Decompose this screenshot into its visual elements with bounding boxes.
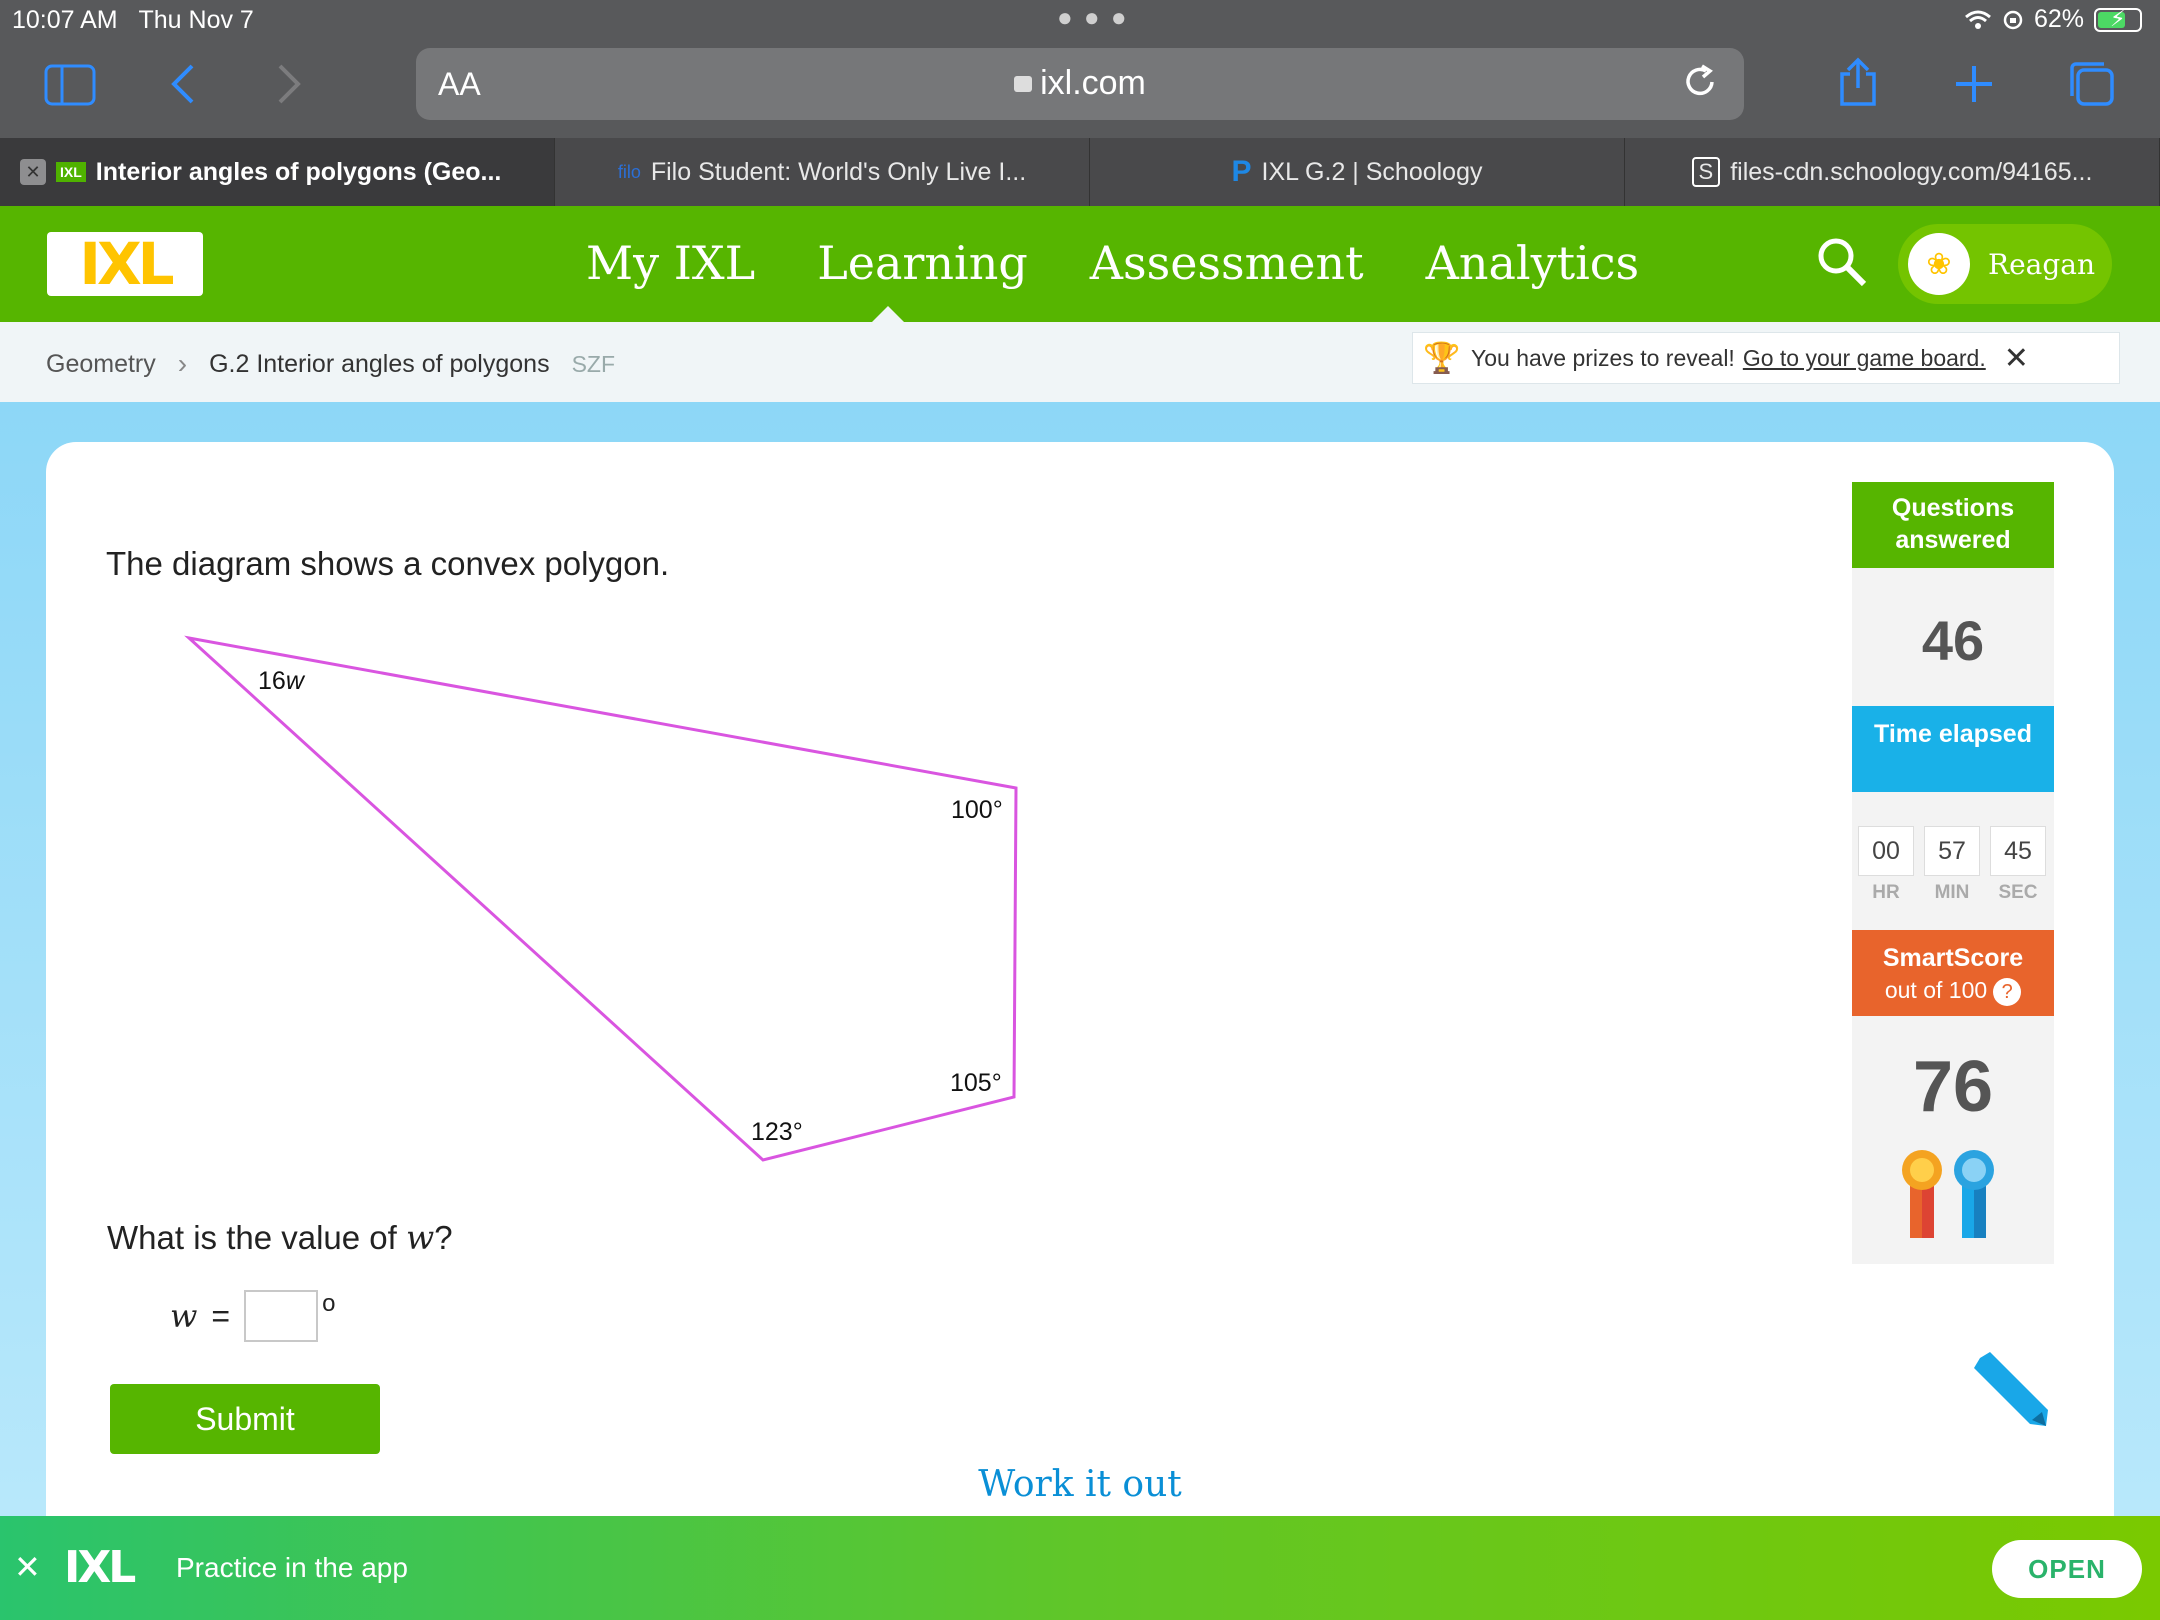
tab-filo[interactable]: filo Filo Student: World's Only Live I..…: [555, 138, 1090, 206]
share-icon[interactable]: [1836, 56, 1880, 108]
tab-schoology-files[interactable]: S files-cdn.schoology.com/94165...: [1625, 138, 2160, 206]
timer-minutes-label: MIN: [1934, 882, 1970, 903]
open-app-button[interactable]: OPEN: [1992, 1540, 2142, 1598]
help-icon[interactable]: ?: [1993, 978, 2022, 1006]
pencil-icon[interactable]: [1970, 1350, 2050, 1430]
search-icon[interactable]: [1816, 236, 1868, 288]
wifi-icon: [1964, 10, 1991, 29]
battery-percent: 62%: [2033, 5, 2084, 33]
user-name: Reagan: [1988, 247, 2095, 281]
timer-minutes: 57: [1924, 826, 1980, 876]
tab-label: Filo Student: World's Only Live I...: [650, 157, 1027, 186]
status-indicators: 62% ⚡: [1964, 5, 2142, 34]
time-elapsed-panel: 00 57 45 HR MIN SEC: [1852, 792, 2054, 930]
smartscore-label: SmartScore: [1882, 944, 2024, 972]
smartscore-sub: out of 100: [1884, 977, 1988, 1003]
time-elapsed-header: Time elapsed: [1852, 706, 2054, 792]
degree-symbol: o: [322, 1290, 336, 1317]
work-it-out-link[interactable]: Work it out: [0, 1464, 2160, 1505]
orientation-lock-icon: [2003, 10, 2023, 29]
chevron-right-icon: ›: [177, 348, 188, 379]
angle-label-b: 100°: [951, 796, 1003, 824]
forward-icon[interactable]: [276, 62, 302, 106]
smartscore-panel: 76: [1852, 1016, 2054, 1264]
ixl-banner-logo: IXL: [64, 1542, 136, 1593]
timer-seconds-label: SEC: [1998, 882, 2038, 903]
questions-answered-value: 46: [1852, 568, 2054, 706]
schoology-favicon: P: [1231, 155, 1252, 188]
multitasking-dots[interactable]: ● ● ●: [1057, 2, 1129, 33]
ixl-favicon: IXL: [56, 162, 86, 182]
sidebar-icon[interactable]: [44, 64, 96, 106]
tab-label: files-cdn.schoology.com/94165...: [1730, 157, 2093, 186]
tab-ixl-interior-angles[interactable]: ✕ IXL Interior angles of polygons (Geo..…: [0, 138, 555, 206]
trophy-icon: 🏆: [1423, 341, 1461, 375]
reload-icon[interactable]: [1680, 62, 1720, 102]
nav-my-ixl[interactable]: My IXL: [586, 236, 755, 290]
award-ribbons-icon: [1902, 1150, 1994, 1238]
angle-label-c: 105°: [950, 1069, 1002, 1097]
browser-toolbar: AA ixl.com: [0, 42, 2160, 138]
user-avatar-icon: ❀: [1908, 233, 1970, 295]
ixl-logo[interactable]: IXL: [47, 230, 203, 298]
tab-label: IXL G.2 | Schoology: [1261, 157, 1483, 186]
timer-seconds: 45: [1990, 826, 2046, 876]
prize-notification: 🏆 You have prizes to reveal! Go to your …: [1412, 332, 2120, 384]
game-board-link[interactable]: Go to your game board.: [1743, 345, 1986, 372]
app-banner: ✕ IXL Practice in the app OPEN: [0, 1516, 2160, 1620]
main-nav: My IXL Learning Assessment Analytics: [586, 236, 1639, 290]
nav-learning[interactable]: Learning: [817, 236, 1028, 290]
questions-answered-header: Questions answered: [1852, 482, 2054, 568]
battery-icon: ⚡: [2094, 6, 2142, 32]
polygon-diagram: 16w 100° 105° 123°: [184, 635, 1018, 1162]
question-prompt: The diagram shows a convex polygon.: [106, 545, 670, 582]
question-ask: What is the value of w?: [107, 1218, 453, 1257]
close-tab-icon[interactable]: ✕: [20, 159, 46, 185]
answer-input[interactable]: [244, 1290, 319, 1342]
submit-button[interactable]: Submit: [110, 1384, 380, 1454]
nav-analytics[interactable]: Analytics: [1426, 236, 1640, 290]
active-nav-caret: [872, 306, 904, 322]
breadcrumb-bar: Geometry › G.2 Interior angles of polygo…: [0, 322, 2160, 402]
back-icon[interactable]: [170, 62, 196, 106]
new-tab-icon[interactable]: [1952, 62, 1996, 106]
skill-code: SZF: [571, 350, 616, 377]
tabs-overview-icon[interactable]: [2066, 58, 2116, 108]
polygon-shape: [184, 635, 1018, 1162]
close-icon[interactable]: ✕: [2004, 341, 2029, 376]
answer-row: w = o: [170, 1290, 335, 1342]
address-bar[interactable]: AA ixl.com: [416, 48, 1744, 120]
lock-icon: [1014, 76, 1033, 92]
prize-text: You have prizes to reveal!: [1471, 344, 1735, 371]
ixl-header: IXL My IXL Learning Assessment Analytics…: [0, 206, 2160, 322]
status-bar: 10:07 AM Thu Nov 7 ● ● ● 62% ⚡: [0, 0, 2160, 42]
filo-favicon: filo: [617, 161, 641, 182]
banner-text: Practice in the app: [176, 1552, 408, 1583]
breadcrumb-skill: G.2 Interior angles of polygons: [209, 349, 550, 378]
browser-tabs: ✕ IXL Interior angles of polygons (Geo..…: [0, 138, 2160, 206]
breadcrumb-subject[interactable]: Geometry: [46, 350, 156, 379]
angle-label-a: 16w: [258, 667, 306, 695]
equals-sign: =: [211, 1297, 231, 1334]
schoology-files-favicon: S: [1691, 157, 1721, 187]
status-time: 10:07 AM Thu Nov 7: [12, 6, 254, 34]
url-display[interactable]: ixl.com: [416, 64, 1744, 103]
answer-variable: w: [170, 1297, 198, 1335]
angle-label-d: 123°: [751, 1118, 803, 1146]
close-banner-icon[interactable]: ✕: [14, 1548, 41, 1586]
timer-hours-label: HR: [1872, 882, 1900, 903]
timer-hours: 00: [1858, 826, 1914, 876]
smartscore-header: SmartScore out of 100?: [1852, 930, 2054, 1016]
smartscore-value: 76: [1912, 1047, 1994, 1127]
breadcrumb: Geometry › G.2 Interior angles of polygo…: [46, 348, 615, 380]
user-menu-button[interactable]: ❀ Reagan: [1898, 224, 2112, 304]
tab-schoology[interactable]: P IXL G.2 | Schoology: [1090, 138, 1625, 206]
nav-assessment[interactable]: Assessment: [1090, 236, 1364, 290]
tab-label: Interior angles of polygons (Geo...: [95, 157, 502, 186]
